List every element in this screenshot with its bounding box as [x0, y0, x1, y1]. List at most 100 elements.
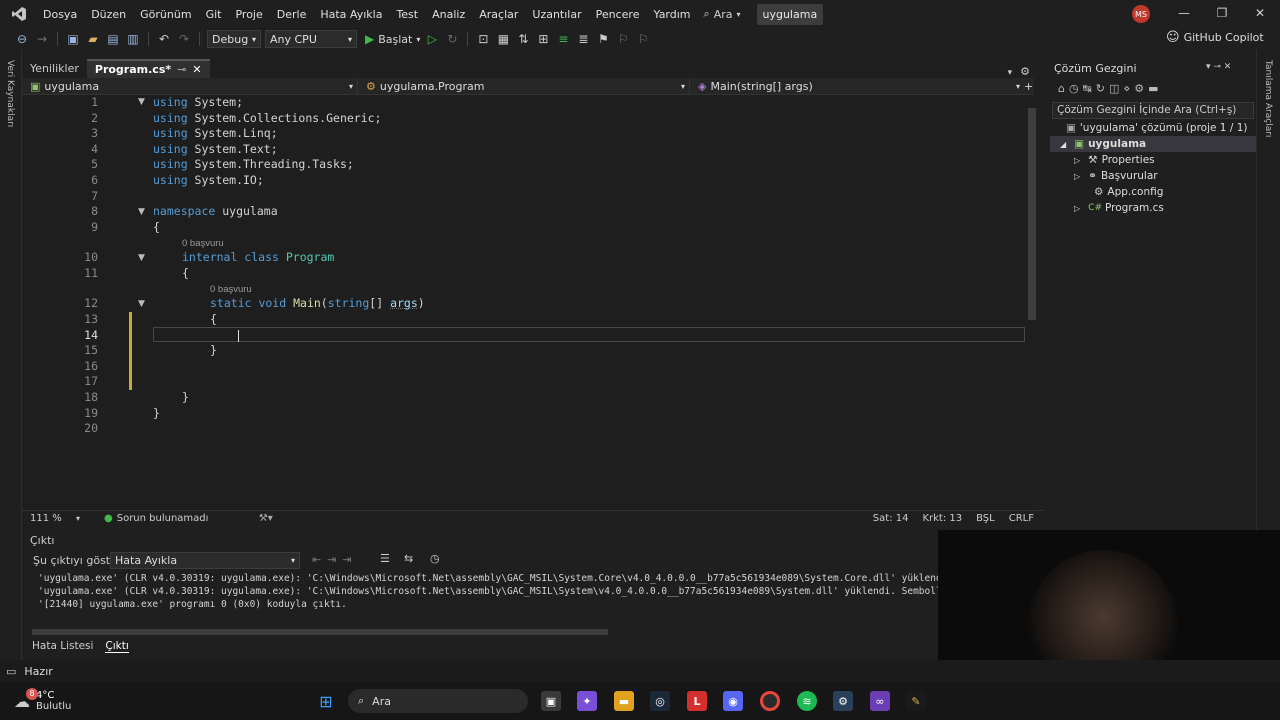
- panel-options-icon[interactable]: ▾ ⊸ ✕: [1206, 62, 1231, 72]
- menu-help[interactable]: Yardım: [646, 8, 697, 21]
- uncomment-icon[interactable]: ≣: [575, 31, 591, 47]
- copilot-app-icon[interactable]: ✦: [577, 691, 597, 711]
- class-references-codelens[interactable]: 0 başvuru: [182, 238, 224, 249]
- fold-chevron-icon[interactable]: ▼: [138, 299, 145, 309]
- insert-mode[interactable]: BŞL: [976, 513, 1009, 524]
- clear-all-icon[interactable]: ☰: [380, 552, 390, 565]
- step-icon[interactable]: ⇅: [515, 31, 531, 47]
- new-project-icon[interactable]: ▣: [65, 31, 81, 47]
- menu-tools[interactable]: Araçlar: [472, 8, 525, 21]
- bookmark-icon[interactable]: ⚑: [595, 31, 611, 47]
- tree-item-properties[interactable]: ▷ ⚒ Properties: [1050, 152, 1256, 168]
- back-navigation-icon[interactable]: ⊖: [14, 31, 30, 47]
- close-window-icon[interactable]: ✕: [1252, 6, 1268, 22]
- data-sources-tab[interactable]: Veri Kaynakları: [5, 60, 15, 127]
- split-icon[interactable]: +: [1020, 80, 1033, 93]
- restore-icon[interactable]: ❐: [1214, 6, 1230, 22]
- issues-status[interactable]: Sorun bulunamadı: [117, 513, 257, 524]
- settings-icon[interactable]: ⚙: [1016, 65, 1034, 78]
- output-toolbar-icons[interactable]: ⇤⇥⇥: [312, 553, 358, 566]
- diagnostic-tools-tab[interactable]: Tanılama Araçları: [1263, 60, 1273, 137]
- horizontal-scrollbar[interactable]: [32, 629, 608, 635]
- hot-reload-icon[interactable]: ↻: [444, 31, 460, 47]
- menu-debug[interactable]: Hata Ayıkla: [313, 8, 389, 21]
- menu-build[interactable]: Derle: [270, 8, 314, 21]
- tree-item-program-cs[interactable]: ▷ C# Program.cs: [1050, 200, 1256, 216]
- tab-error-list[interactable]: Hata Listesi: [32, 640, 93, 653]
- user-avatar[interactable]: MS: [1132, 5, 1150, 23]
- forward-navigation-icon[interactable]: →: [34, 31, 50, 47]
- task-view-icon[interactable]: ▣: [541, 691, 561, 711]
- layout-icon[interactable]: ▦: [495, 31, 511, 47]
- menu-extensions[interactable]: Uzantılar: [525, 8, 588, 21]
- pin-icon[interactable]: ⊸: [177, 63, 186, 76]
- spotify-icon[interactable]: ≋: [797, 691, 817, 711]
- steam-app-icon[interactable]: ⚙: [833, 691, 853, 711]
- menu-analyze[interactable]: Analiz: [425, 8, 472, 21]
- zoom-dropdown[interactable]: 111 %: [22, 513, 76, 524]
- cursor-column[interactable]: Krkt: 13: [922, 513, 976, 524]
- start-without-debugging-icon[interactable]: ▷: [424, 31, 440, 47]
- chrome-icon[interactable]: [760, 691, 780, 711]
- clock-icon[interactable]: ◷: [430, 552, 440, 565]
- fold-chevron-icon[interactable]: ▼: [138, 207, 145, 217]
- browse-icon[interactable]: ⊡: [475, 31, 491, 47]
- app-l-icon[interactable]: L: [687, 691, 707, 711]
- redo-icon[interactable]: ↷: [176, 31, 192, 47]
- menu-window[interactable]: Pencere: [589, 8, 647, 21]
- windows-start-icon[interactable]: ⊞: [316, 691, 336, 711]
- discord-icon[interactable]: ◉: [723, 691, 743, 711]
- search-button[interactable]: ⌕ Ara ▾: [704, 7, 741, 21]
- member-dropdown[interactable]: ◈ Main(string[] args) ▾: [690, 78, 1020, 94]
- menu-file[interactable]: Dosya: [36, 8, 84, 21]
- platform-dropdown[interactable]: Any CPU ▾: [265, 30, 357, 48]
- bookmark-prev-icon[interactable]: ⚐: [615, 31, 631, 47]
- tree-item-references[interactable]: ▷ ⚭ Başvurular: [1050, 168, 1256, 184]
- tab-program-cs[interactable]: Program.cs* ⊸ ✕: [86, 59, 210, 78]
- file-explorer-icon[interactable]: ▬: [614, 691, 634, 711]
- tree-item-project[interactable]: ◢ ▣ uygulama: [1050, 136, 1256, 152]
- solution-name-badge[interactable]: uygulama: [756, 3, 824, 25]
- menu-project[interactable]: Proje: [228, 8, 269, 21]
- configuration-dropdown[interactable]: Debug ▾: [207, 30, 261, 48]
- project-dropdown[interactable]: ▣ uygulama ▾: [22, 78, 358, 94]
- save-all-icon[interactable]: ▥: [125, 31, 141, 47]
- undo-icon[interactable]: ↶: [156, 31, 172, 47]
- fold-chevron-icon[interactable]: ▼: [138, 253, 145, 263]
- menu-view[interactable]: Görünüm: [133, 8, 198, 21]
- vertical-scrollbar[interactable]: [1028, 103, 1036, 503]
- line-ending[interactable]: CRLF: [1009, 513, 1044, 524]
- open-folder-icon[interactable]: ▰: [85, 31, 101, 47]
- format-icon[interactable]: ⊞: [535, 31, 551, 47]
- close-tab-icon[interactable]: ✕: [192, 63, 201, 76]
- output-source-dropdown[interactable]: Hata Ayıkla ▾: [110, 552, 300, 569]
- save-icon[interactable]: ▤: [105, 31, 121, 47]
- tab-output[interactable]: Çıktı: [105, 640, 129, 653]
- comment-icon[interactable]: ≡: [555, 31, 571, 47]
- menu-git[interactable]: Git: [199, 8, 229, 21]
- word-wrap-icon[interactable]: ⇆: [404, 552, 413, 565]
- class-dropdown[interactable]: ⚙ uygulama.Program ▾: [358, 78, 690, 94]
- taskbar-search[interactable]: ⌕ Ara: [348, 689, 528, 713]
- brush-icon[interactable]: ⚒▾: [257, 513, 273, 524]
- bookmark-next-icon[interactable]: ⚐: [635, 31, 651, 47]
- minimize-icon[interactable]: —: [1176, 6, 1192, 22]
- tree-item-app-config[interactable]: ⚙ App.config: [1050, 184, 1256, 200]
- visual-studio-logo-icon[interactable]: [10, 5, 28, 23]
- visual-studio-taskbar-icon[interactable]: ∞: [870, 691, 890, 711]
- tab-list-dropdown-icon[interactable]: ▾: [1004, 68, 1017, 78]
- start-button[interactable]: ▶ Başlat ▾: [365, 32, 420, 46]
- method-references-codelens[interactable]: 0 başvuru: [210, 284, 252, 295]
- fold-chevron-icon[interactable]: ▼: [138, 97, 145, 107]
- cursor-line[interactable]: Sat: 14: [873, 513, 923, 524]
- tree-item-solution[interactable]: ▣ 'uygulama' çözümü (proje 1 / 1): [1050, 120, 1256, 136]
- weather-widget[interactable]: ☁ 8 4°C Bulutlu: [14, 687, 71, 712]
- menu-test[interactable]: Test: [389, 8, 425, 21]
- output-status-icon[interactable]: ▭: [0, 665, 24, 678]
- steam-icon[interactable]: ◎: [650, 691, 670, 711]
- explorer-search-input[interactable]: Çözüm Gezgini İçinde Ara (Ctrl+ş): [1052, 102, 1254, 119]
- menu-edit[interactable]: Düzen: [84, 8, 133, 21]
- github-copilot-button[interactable]: ☺ GitHub Copilot: [1166, 30, 1264, 45]
- scrollbar-thumb[interactable]: [1028, 108, 1036, 320]
- code-editor[interactable]: 1 2 3 4 5 6 7 8 9 10 11 12 13 14 15 16 1…: [22, 95, 1036, 510]
